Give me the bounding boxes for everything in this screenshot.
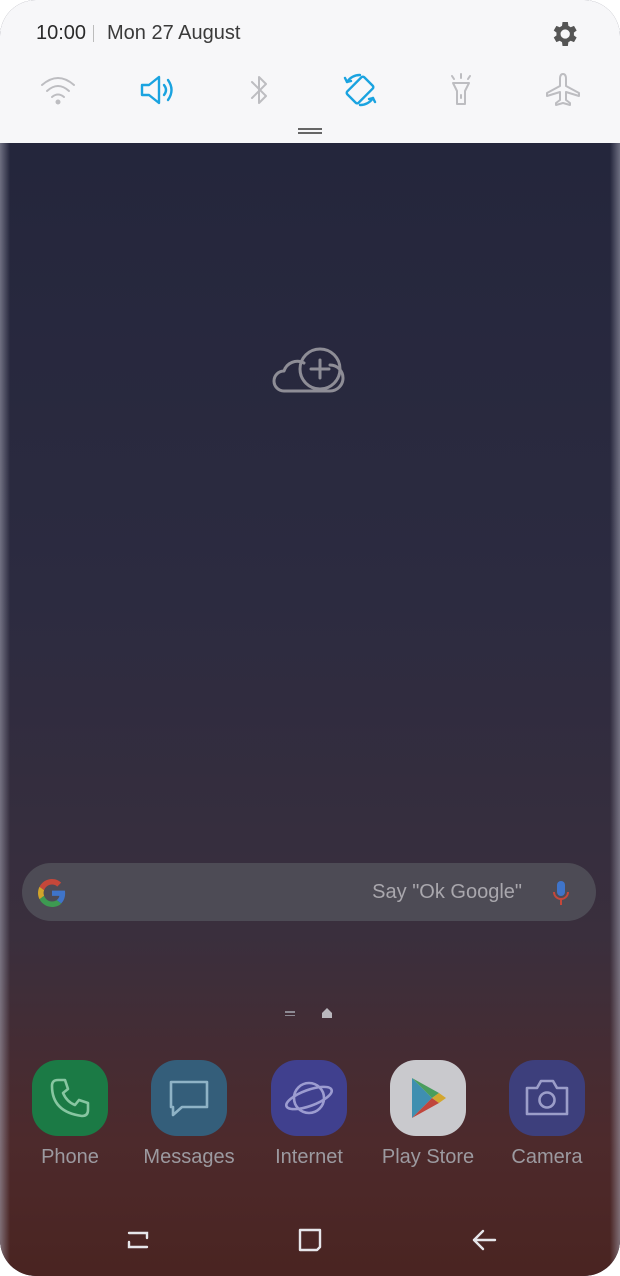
app-label: Messages [143, 1146, 235, 1168]
app-dock: Phone Messages Internet Play Store Camer… [0, 1060, 620, 1180]
page-indicator [285, 1006, 335, 1022]
home-button-icon[interactable] [292, 1222, 328, 1258]
quick-panel: 10:00 Mon 27 August [0, 0, 620, 143]
app-phone[interactable]: Phone [15, 1060, 125, 1169]
page-list-indicator-icon [285, 1011, 295, 1018]
app-messages[interactable]: Messages [134, 1060, 244, 1169]
home-page-indicator-icon [320, 1006, 334, 1020]
divider [93, 25, 94, 42]
phone-screen: 10:00 Mon 27 August Say "Ok Google" Phon… [0, 0, 620, 1276]
app-label: Phone [41, 1146, 99, 1168]
app-label: Play Store [381, 1146, 475, 1168]
internet-icon [271, 1060, 347, 1136]
airplane-mode-icon[interactable] [541, 68, 585, 112]
app-play-store[interactable]: Play Store [373, 1060, 483, 1169]
microphone-icon[interactable] [550, 879, 572, 907]
recent-apps-icon[interactable] [120, 1222, 156, 1258]
app-internet[interactable]: Internet [254, 1060, 364, 1169]
search-hint: Say "Ok Google" [372, 881, 522, 903]
bluetooth-icon[interactable] [237, 68, 281, 112]
app-label: Internet [275, 1146, 343, 1168]
add-cloud-icon[interactable] [270, 345, 348, 401]
messages-icon [151, 1060, 227, 1136]
google-search-bar[interactable]: Say "Ok Google" [22, 863, 596, 921]
status-time: 10:00 [36, 22, 87, 44]
app-camera[interactable]: Camera [492, 1060, 602, 1169]
quick-settings-tiles [0, 68, 620, 116]
navigation-bar [0, 1200, 620, 1276]
wifi-icon[interactable] [36, 68, 80, 112]
auto-rotate-icon[interactable] [338, 68, 382, 112]
sound-icon[interactable] [136, 68, 180, 112]
google-logo-icon [38, 879, 66, 907]
back-arrow-icon[interactable] [466, 1222, 502, 1258]
panel-drag-handle[interactable] [298, 128, 322, 134]
camera-icon [509, 1060, 585, 1136]
status-date: Mon 27 August [107, 22, 241, 44]
settings-gear-icon[interactable] [548, 18, 580, 50]
phone-icon [32, 1060, 108, 1136]
play-store-icon [390, 1060, 466, 1136]
flashlight-icon[interactable] [439, 68, 483, 112]
app-label: Camera [511, 1146, 583, 1168]
